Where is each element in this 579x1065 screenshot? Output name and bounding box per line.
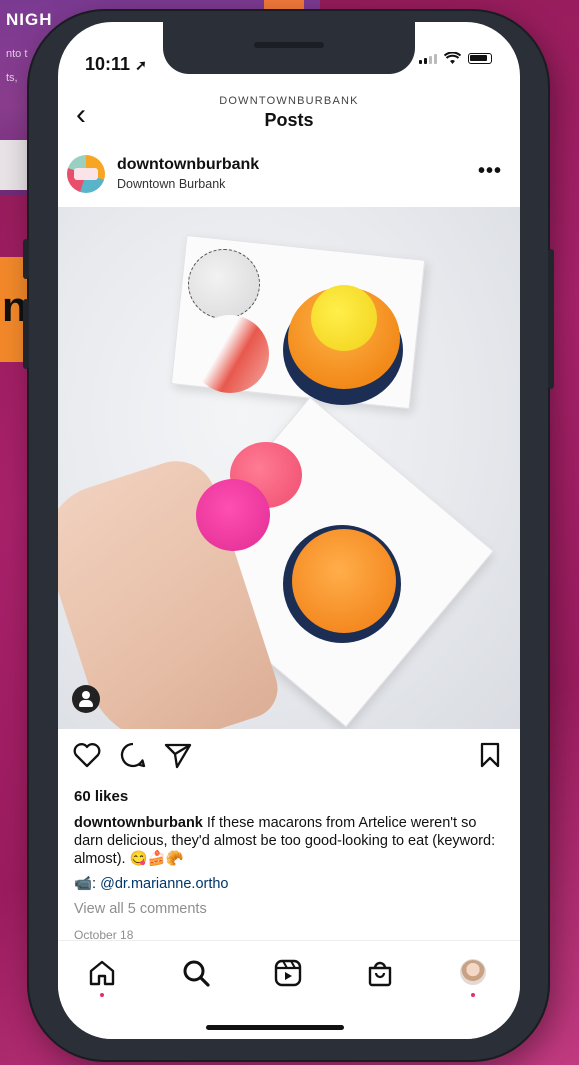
post-actions [58,738,520,778]
phone-notch [163,22,415,74]
caption-username[interactable]: downtownburbank [74,815,203,831]
post-header: downtownburbank Downtown Burbank ••• [58,152,520,206]
more-options-icon[interactable]: ••• [478,160,502,183]
phone-side-button [23,239,29,279]
back-chevron-icon[interactable]: ‹ [66,100,96,134]
comment-icon[interactable] [118,740,148,770]
likes-count[interactable]: 60 likes [74,788,128,805]
profile-notification-dot [471,993,475,997]
home-indicator[interactable] [206,1025,344,1030]
page-header: ‹ DOWNTOWNBURBANK Posts [58,92,520,142]
post-photo[interactable] [58,207,520,729]
bookmark-icon[interactable] [475,740,505,770]
background-text-line: nto t [6,48,28,60]
orange-dessert [292,529,396,633]
video-camera-icon: 📹: [74,876,101,892]
phone-side-button [23,299,29,369]
post-location[interactable]: Downtown Burbank [117,177,225,191]
caption-mention-line: 📹: @dr.marianne.ortho [74,875,229,892]
header-account-name: DOWNTOWNBURBANK [219,95,359,107]
phone-screen: 10:11 ➚ ‹ DOWNTOWNBURBANK Posts downtown… [58,22,520,1039]
magenta-macaron [196,479,270,551]
status-time: 10:11 ➚ [85,54,147,74]
post-caption: downtownburbank If these macarons from A… [74,814,504,868]
search-icon[interactable] [180,957,212,989]
shop-icon[interactable] [364,957,396,989]
yellow-dessert-top [311,285,377,351]
wifi-icon [444,52,461,64]
phone-power-button [548,249,554,389]
post-author-avatar[interactable] [67,155,105,193]
background-text-line: ts, [6,72,18,84]
cellular-signal-icon [419,53,437,64]
battery-icon [468,53,492,64]
send-icon[interactable] [163,740,193,770]
mention-link[interactable]: @dr.marianne.ortho [100,876,228,892]
page-title: Posts [264,110,314,130]
home-notification-dot [100,993,104,997]
post-username[interactable]: downtownburbank [117,156,259,174]
cookie-macaron [188,249,260,319]
home-icon[interactable] [86,957,118,989]
profile-avatar[interactable] [460,959,486,985]
red-white-macaron [191,315,269,393]
status-icons [419,52,492,65]
view-comments-link[interactable]: View all 5 comments [74,901,207,917]
background-heading: NIGH [6,10,53,29]
reels-icon[interactable] [272,957,304,989]
heart-icon[interactable] [72,740,102,770]
tagged-people-icon[interactable] [72,685,100,713]
